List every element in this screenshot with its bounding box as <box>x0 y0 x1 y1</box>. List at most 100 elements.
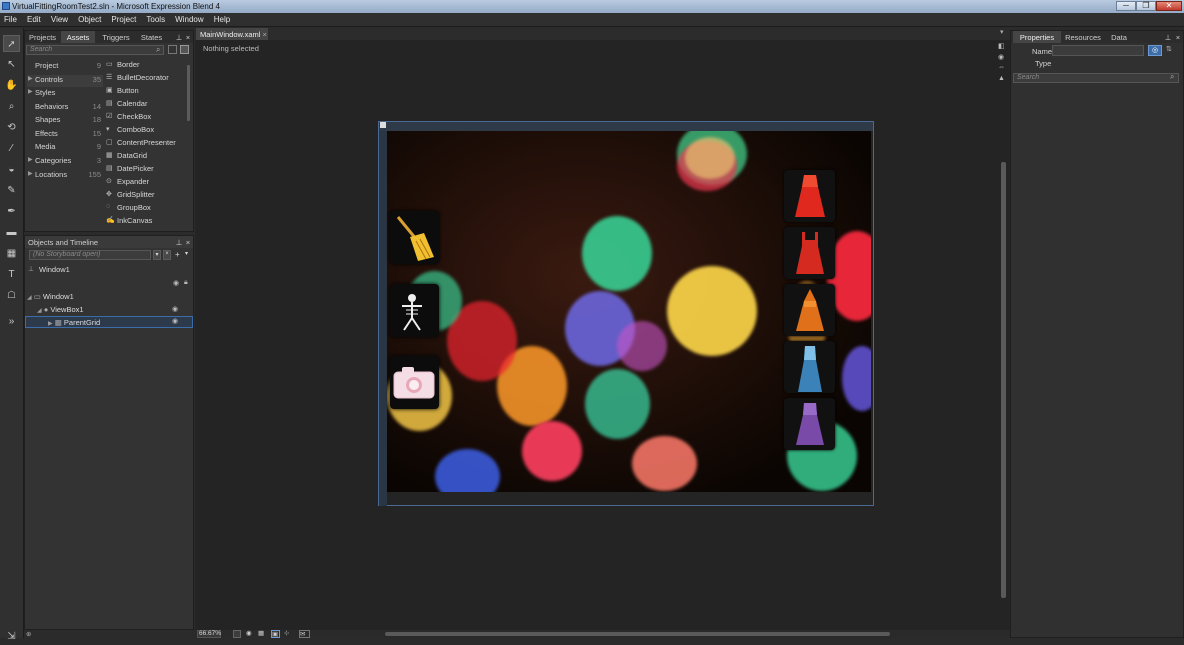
assets-expand-icon[interactable]: » <box>3 313 20 330</box>
panel-arrow-icon[interactable]: ▾ <box>1000 28 1004 36</box>
dress-thumbnail-red-tank[interactable] <box>784 227 835 279</box>
tab-mainwindow-xaml[interactable]: MainWindow.xaml × <box>196 28 268 40</box>
tab-states[interactable]: States <box>139 31 164 43</box>
eyedropper-tool-icon[interactable]: ⁄ <box>3 140 20 157</box>
category-shapes[interactable]: Shapes 18 <box>27 115 103 127</box>
pan-tool-icon[interactable]: ✋ <box>3 77 20 94</box>
zoom-dropdown-icon[interactable] <box>233 630 241 638</box>
storyboard-menu-icon[interactable]: ▾ <box>153 250 161 260</box>
design-view-icon[interactable]: ◧ <box>998 42 1008 53</box>
snap-lines-icon[interactable]: ⊹ <box>284 630 293 638</box>
camera-snapshot-button[interactable] <box>390 356 439 409</box>
pen-tool-icon[interactable]: ✒ <box>3 203 20 220</box>
asset-item[interactable]: ◌ GroupBox <box>106 203 182 215</box>
name-input[interactable] <box>1052 45 1144 56</box>
controls-tool-icon[interactable]: ☖ <box>3 287 20 304</box>
zoom-tool-icon[interactable]: ⌕ <box>3 98 20 115</box>
category-controls[interactable]: ▶ Controls 35 <box>27 75 103 87</box>
toolbox-bottom-icon[interactable]: ⇲ <box>3 628 20 645</box>
asset-item[interactable]: ▤ Calendar <box>106 99 182 111</box>
root-element-label[interactable]: Window1 <box>39 265 70 277</box>
tree-item-window1[interactable]: ◢ ▭ Window1 <box>27 292 74 304</box>
category-behaviors[interactable]: Behaviors 14 <box>27 102 103 114</box>
asset-item[interactable]: ☰ BulletDecorator <box>106 73 182 85</box>
tree-item-parentgrid[interactable]: ▶ ▦ ParentGrid <box>25 316 193 328</box>
properties-toggle-icon[interactable]: ⇅ <box>1166 45 1178 56</box>
effects-toggle-icon[interactable]: ◉ <box>246 630 255 638</box>
broom-clear-button[interactable] <box>390 211 439 264</box>
properties-search-input[interactable]: Search <box>1013 73 1179 83</box>
vertical-scrollbar[interactable] <box>1001 162 1006 598</box>
grid-toggle-icon[interactable]: ▦ <box>258 630 267 638</box>
category-media[interactable]: Media 9 <box>27 142 103 154</box>
menu-project[interactable]: Project <box>107 13 140 24</box>
menu-edit[interactable]: Edit <box>23 13 45 24</box>
assets-scrollbar[interactable] <box>187 65 190 121</box>
menu-object[interactable]: Object <box>74 13 105 24</box>
grid-tool-icon[interactable]: ▦ <box>3 245 20 262</box>
pin-icon[interactable]: ⊥ <box>175 31 183 43</box>
asset-item[interactable]: ▢ ContentPresenter <box>106 138 182 150</box>
add-storyboard-icon[interactable]: + <box>175 250 180 259</box>
timeline-zoom-icon[interactable]: ⊕ <box>26 630 40 638</box>
dress-thumbnail-orange-halter[interactable] <box>784 284 835 336</box>
asset-item[interactable]: ☑ CheckBox <box>106 112 182 124</box>
split-view-icon[interactable]: ⇔ <box>998 64 1008 75</box>
menu-help[interactable]: Help <box>210 13 234 24</box>
grid-view-icon[interactable] <box>168 45 177 54</box>
skeleton-tracking-button[interactable] <box>390 284 439 337</box>
zoom-level-field[interactable]: 66.67% <box>197 630 221 638</box>
brush-transform-tool-icon[interactable]: ✎ <box>3 182 20 199</box>
asset-item[interactable]: ✥ GridSplitter <box>106 190 182 202</box>
asset-item[interactable]: ▣ Button <box>106 86 182 98</box>
tab-resources[interactable]: Resources <box>1065 31 1101 43</box>
pin-icon[interactable]: ⊥ <box>1164 31 1172 43</box>
asset-item[interactable]: ▤ DatePicker <box>106 164 182 176</box>
close-panel-icon[interactable]: × <box>184 31 192 43</box>
window-handle-icon[interactable] <box>380 122 386 128</box>
close-tab-icon[interactable]: × <box>263 30 267 39</box>
selection-tool-icon[interactable]: ➚ <box>3 35 20 52</box>
tab-properties[interactable]: Properties <box>1013 31 1061 43</box>
xaml-view-icon[interactable]: ◉ <box>998 53 1008 64</box>
lock-icon[interactable]: 🔒︎ <box>184 279 188 287</box>
tab-triggers[interactable]: Triggers <box>101 31 131 43</box>
dress-thumbnail-purple-sequin[interactable] <box>784 398 835 450</box>
asset-item[interactable]: ⊙ Expander <box>106 177 182 189</box>
eye-icon[interactable]: ◉ <box>172 305 178 313</box>
textblock-tool-icon[interactable]: T <box>3 266 20 283</box>
tab-projects[interactable]: Projects <box>27 31 58 43</box>
events-toggle-icon[interactable]: ◎ <box>1148 45 1162 56</box>
tab-assets[interactable]: Assets <box>61 31 95 43</box>
scroll-up-icon[interactable]: ▲ <box>998 75 1008 86</box>
close-panel-icon[interactable]: × <box>184 236 192 248</box>
category-categories[interactable]: ▶ Categories 3 <box>27 156 103 168</box>
menu-view[interactable]: View <box>47 13 72 24</box>
tab-data[interactable]: Data <box>1111 31 1127 43</box>
menu-window[interactable]: Window <box>171 13 207 24</box>
horizontal-scrollbar[interactable] <box>385 632 890 636</box>
eye-icon[interactable]: ◉ <box>172 317 178 325</box>
asset-item[interactable]: ▭ Border <box>106 60 182 72</box>
assets-search-input[interactable]: Search <box>26 45 164 55</box>
storyboard-options-icon[interactable]: ▾ <box>185 250 188 257</box>
category-project[interactable]: Project 9 <box>27 61 103 73</box>
pin-icon[interactable]: ⊥ <box>175 236 183 248</box>
minimize-button[interactable]: ─ <box>1116 1 1136 11</box>
asset-item[interactable]: ▾ ComboBox <box>106 125 182 137</box>
close-button[interactable]: ✕ <box>1156 1 1182 11</box>
asset-item[interactable]: ✍ InkCanvas <box>106 216 182 228</box>
close-storyboard-icon[interactable]: × <box>163 250 171 260</box>
paint-bucket-tool-icon[interactable]: ◒ <box>3 161 20 178</box>
rectangle-tool-icon[interactable]: ▬ <box>3 224 20 241</box>
asset-item[interactable]: ▦ DataGrid <box>106 151 182 163</box>
menu-tools[interactable]: Tools <box>142 13 169 24</box>
category-effects[interactable]: Effects 15 <box>27 129 103 141</box>
list-view-icon[interactable] <box>180 45 189 54</box>
snap-grid-icon[interactable]: ▣ <box>271 630 280 638</box>
direct-selection-tool-icon[interactable]: ↖ <box>3 56 20 73</box>
category-styles[interactable]: ▶ Styles <box>27 88 103 100</box>
dress-thumbnail-blue-gown[interactable] <box>784 341 835 393</box>
category-locations[interactable]: ▶ Locations 155 <box>27 170 103 182</box>
restore-button[interactable]: ❐ <box>1136 1 1156 11</box>
